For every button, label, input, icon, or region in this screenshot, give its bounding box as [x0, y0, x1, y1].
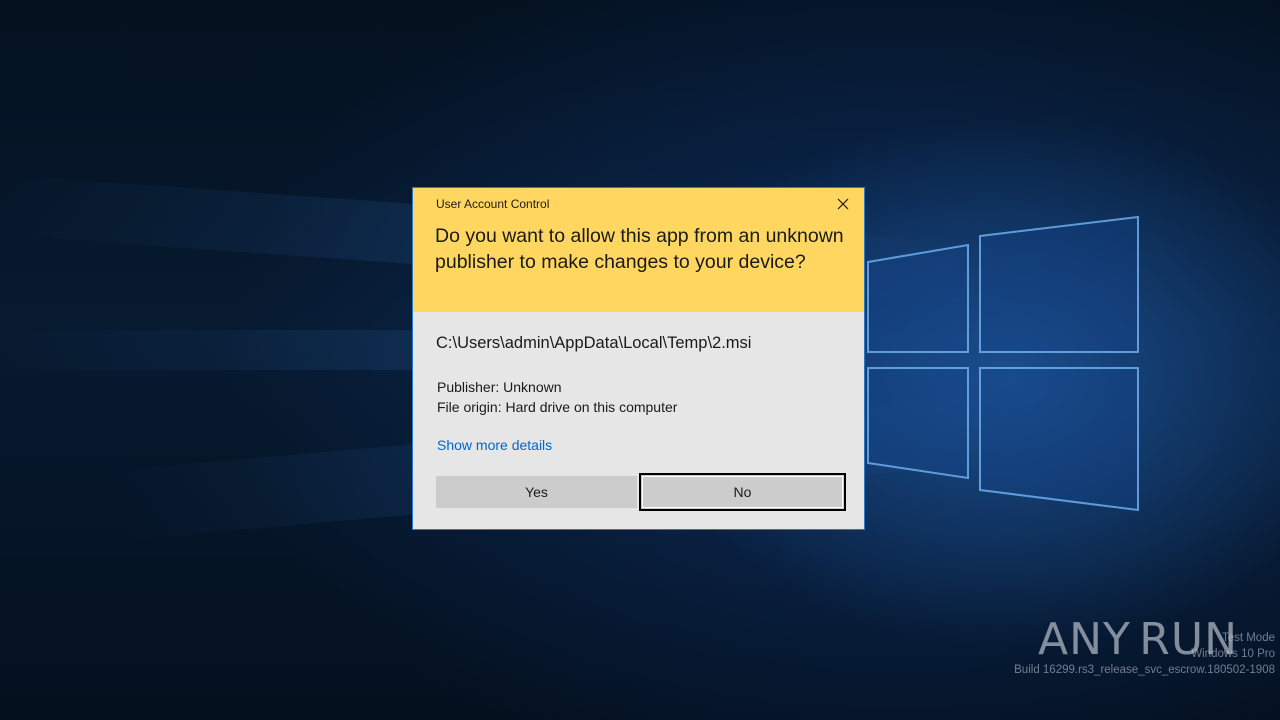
- desktop-background: User Account Control Do you want to allo…: [0, 0, 1280, 720]
- close-button[interactable]: [832, 193, 854, 215]
- watermark: Test Mode Windows 10 Pro Build 16299.rs3…: [1014, 630, 1275, 678]
- program-info: Publisher: Unknown File origin: Hard dri…: [437, 377, 677, 417]
- dialog-question: Do you want to allow this app from an un…: [435, 225, 844, 273]
- publisher-text: Publisher: Unknown: [437, 379, 562, 395]
- close-icon: [837, 198, 849, 210]
- uac-body: C:\Users\admin\AppData\Local\Temp\2.msi …: [413, 312, 864, 529]
- watermark-build: Build 16299.rs3_release_svc_escrow.18050…: [1014, 664, 1275, 676]
- program-path: C:\Users\admin\AppData\Local\Temp\2.msi: [436, 334, 752, 352]
- show-more-details-link[interactable]: Show more details: [437, 437, 552, 453]
- no-button[interactable]: No: [639, 473, 846, 511]
- uac-dialog: User Account Control Do you want to allo…: [412, 187, 865, 530]
- uac-header: User Account Control Do you want to allo…: [413, 188, 864, 312]
- dialog-title: User Account Control: [436, 197, 550, 211]
- yes-button[interactable]: Yes: [436, 476, 637, 508]
- watermark-mode: Test Mode: [1221, 632, 1275, 644]
- watermark-edition: Windows 10 Pro: [1191, 648, 1275, 660]
- file-origin-text: File origin: Hard drive on this computer: [437, 399, 678, 415]
